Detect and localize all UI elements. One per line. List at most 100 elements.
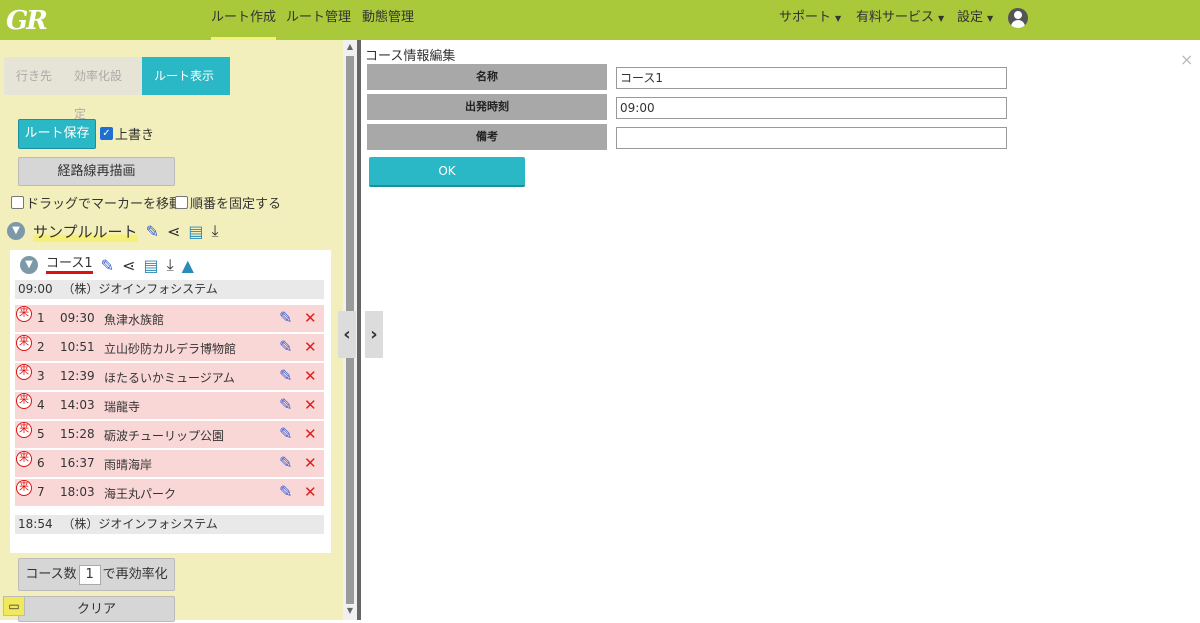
start-time: 09:00 [18,282,53,296]
nav-paid-services[interactable]: 有料サービス ▼ [856,0,944,36]
edit-route-icon[interactable]: ✎ [146,222,159,241]
stop-row[interactable]: 来 5 15:28 砺波チューリップ公園 ✎ ✕ [15,421,324,448]
delete-stop-icon[interactable]: ✕ [304,309,317,327]
expand-right-icon[interactable]: › [365,311,383,358]
chevron-down-icon[interactable]: ▼ [7,222,25,240]
check-icon: ✓ [100,127,113,140]
edit-stop-icon[interactable]: ✎ [279,482,292,501]
edit-stop-icon[interactable]: ✎ [279,308,292,327]
scroll-down-icon[interactable]: ▼ [343,606,357,615]
share-icon[interactable]: ⋖ [167,222,180,241]
edit-stop-icon[interactable]: ✎ [279,424,292,443]
stop-number: 5 [37,427,45,441]
stop-time: 10:51 [60,340,95,354]
computer-icon[interactable]: ▭ [3,596,25,616]
stop-time: 15:28 [60,427,95,441]
share-icon[interactable]: ⋖ [122,256,135,275]
nav-settings[interactable]: 設定 ▼ [957,0,993,36]
delete-stop-icon[interactable]: ✕ [304,454,317,472]
course-name[interactable]: コース1 [46,256,93,274]
stop-number: 2 [37,340,45,354]
clear-button[interactable]: クリア [18,596,175,622]
route-save-button[interactable]: ルート保存 [18,119,96,149]
overwrite-label: 上書き [115,128,155,143]
delete-stop-icon[interactable]: ✕ [304,425,317,443]
note-input[interactable] [616,127,1007,149]
stop-row[interactable]: 来 4 14:03 瑞龍寺 ✎ ✕ [15,392,324,419]
stop-row[interactable]: 来 7 18:03 海王丸パーク ✎ ✕ [15,479,324,506]
delete-stop-icon[interactable]: ✕ [304,367,317,385]
print-icon[interactable]: ▤ [143,256,158,275]
nav-route-create[interactable]: ルート作成 [211,0,277,40]
stop-name: 瑞龍寺 [104,400,141,414]
depart-time-input[interactable]: 09:00 [616,97,1007,119]
ok-button[interactable]: OK [369,157,525,187]
stop-marker-icon: 来 [16,393,32,409]
route-header: ▼ サンプルルート ✎ ⋖ ▤ ⤓ [7,218,219,244]
nav-support-label: サポート [779,10,832,25]
pane-divider[interactable] [357,40,361,620]
stop-row[interactable]: 来 2 10:51 立山砂防カルデラ博物館 ✎ ✕ [15,334,324,361]
print-icon[interactable]: ▤ [188,222,203,241]
reoptimize-button[interactable]: コース数 1 で再効率化 [18,558,175,591]
edit-stop-icon[interactable]: ✎ [279,366,292,385]
stop-name: ほたるいかミュージアム [104,371,235,385]
app-logo[interactable]: GR [6,6,48,36]
edit-stop-icon[interactable]: ✎ [279,395,292,414]
chevron-down-icon[interactable]: ▼ [20,256,38,274]
step-efficiency[interactable]: 効率化設定 [62,57,142,121]
edit-stop-icon[interactable]: ✎ [279,453,292,472]
step-destination[interactable]: 行き先 [4,57,62,95]
stop-marker-icon: 来 [16,364,32,380]
caret-down-icon: ▼ [835,14,842,23]
stop-name: 立山砂防カルデラ博物館 [104,342,237,356]
stop-number: 7 [37,485,45,499]
delete-stop-icon[interactable]: ✕ [304,396,317,414]
user-avatar-icon[interactable] [1008,8,1028,28]
stop-row[interactable]: 来 3 12:39 ほたるいかミュージアム ✎ ✕ [15,363,324,390]
reoptimize-suffix: で再効率化 [102,567,168,582]
start-row: 09:00 （株）ジオインフォシステム [15,280,324,299]
download-icon[interactable]: ⤓ [212,221,219,241]
stop-name: 魚津水族館 [104,313,165,327]
drag-marker-checkbox[interactable]: ドラッグでマーカーを移動 [11,193,182,212]
course-panel: ▼ コース1 ✎ ⋖ ▤ ⤓ ▲ 09:00 （株）ジオインフォシステム 来 1… [10,250,331,553]
stop-marker-icon: 来 [16,480,32,496]
stop-time: 14:03 [60,398,95,412]
step-breadcrumb: 行き先 効率化設定 ルート表示 [4,57,230,121]
stop-marker-icon: 来 [16,451,32,467]
stop-row[interactable]: 来 6 16:37 雨晴海岸 ✎ ✕ [15,450,324,477]
delete-stop-icon[interactable]: ✕ [304,483,317,501]
left-sidebar: 行き先 効率化設定 ルート表示 ルート保存 ✓ 上書き 経路線再描画 ドラッグでマ… [0,40,343,622]
stop-row[interactable]: 来 1 09:30 魚津水族館 ✎ ✕ [15,305,324,332]
nav-route-manage[interactable]: ルート管理 [286,0,351,40]
top-bar: GR ルート作成 ルート管理 動態管理 サポート ▼ 有料サービス ▼ 設定 ▼ [0,0,1200,40]
course-count-input[interactable]: 1 [78,565,101,585]
route-name: サンプルルート [33,220,138,242]
name-input[interactable]: コース1 [616,67,1007,89]
fix-order-checkbox[interactable]: 順番を固定する [175,193,281,212]
stop-number: 1 [37,311,45,325]
edit-stop-icon[interactable]: ✎ [279,337,292,356]
overwrite-checkbox[interactable]: ✓ 上書き [100,124,154,143]
redraw-route-button[interactable]: 経路線再描画 [18,157,175,186]
nav-paid-services-label: 有料サービス [856,10,935,25]
nav-settings-label: 設定 [957,10,984,25]
download-icon[interactable]: ⤓ [167,255,174,275]
stop-number: 3 [37,369,45,383]
nav-dynamic-manage[interactable]: 動態管理 [362,0,414,40]
step-route-display[interactable]: ルート表示 [142,57,230,95]
drag-marker-label: ドラッグでマーカーを移動 [26,197,183,212]
stop-time: 16:37 [60,456,95,470]
collapse-left-icon[interactable]: ‹ [338,311,356,358]
depart-time-label: 出発時刻 [367,94,607,120]
close-icon[interactable]: × [1180,50,1193,69]
stop-number: 6 [37,456,45,470]
edit-course-icon[interactable]: ✎ [101,256,114,275]
stop-name: 海王丸パーク [104,487,177,501]
scroll-up-icon[interactable]: ▲ [343,42,357,51]
delete-stop-icon[interactable]: ✕ [304,338,317,356]
caret-down-icon: ▼ [938,14,945,23]
nav-support[interactable]: サポート ▼ [779,0,841,36]
navigate-icon[interactable]: ▲ [182,256,194,275]
